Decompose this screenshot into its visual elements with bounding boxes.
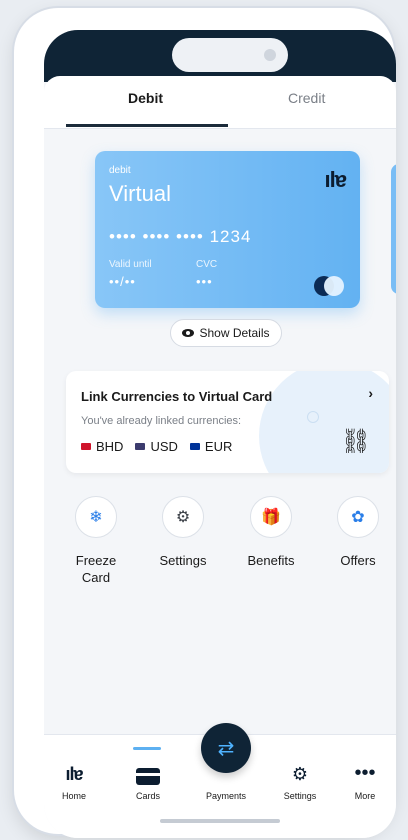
active-tab-indicator: [66, 124, 228, 127]
status-bar: [44, 30, 396, 82]
nav-more-label: More: [354, 791, 376, 801]
show-details-button[interactable]: Show Details: [170, 319, 282, 347]
eu-flag-icon: [189, 443, 200, 450]
payments-button[interactable]: ⇄: [201, 723, 251, 773]
currency-usd: USD: [135, 439, 178, 454]
valid-until-value: ••/••: [109, 274, 136, 289]
us-flag-icon: [135, 443, 146, 450]
app-screen: Debit Credit debit Virtual ılɐ •••• ••••…: [44, 30, 396, 838]
nav-home-label: Home: [61, 791, 86, 801]
currency-bhd: BHD: [81, 439, 123, 454]
home-indicator: [160, 819, 280, 823]
eye-icon: [182, 329, 195, 337]
card-title: Virtual: [109, 181, 171, 206]
ila-logo-icon: ılɐ: [324, 167, 347, 192]
credit-card-icon: [118, 761, 178, 785]
currency-eur: EUR: [189, 439, 233, 454]
gear-icon: ⚙: [175, 509, 191, 526]
currency-code: USD: [150, 439, 178, 454]
card-number: •••• •••• •••• 1234: [109, 227, 252, 246]
benefits-label: Benefits: [247, 553, 295, 568]
valid-until-label: Valid until: [109, 259, 152, 270]
currency-code: BHD: [96, 439, 124, 454]
card-network-icon: [314, 276, 344, 296]
virtual-debit-card[interactable]: debit Virtual ılɐ •••• •••• •••• 1234 Va…: [95, 151, 360, 308]
bahrain-flag-icon: [81, 443, 91, 450]
ila-logo-icon: ılɐ: [65, 764, 83, 784]
action-circle: ✿: [337, 496, 379, 538]
offers-button[interactable]: ✿ Offers: [322, 496, 394, 569]
cvc-value: •••: [196, 274, 213, 289]
gift-icon: 🎁: [261, 509, 281, 526]
active-nav-indicator: [133, 747, 161, 750]
action-circle: 🎁: [250, 496, 292, 538]
transfer-arrows-icon: ⇄: [217, 737, 235, 760]
camera-icon: [264, 49, 276, 61]
action-circle: ❄: [75, 496, 117, 538]
chevron-right-icon[interactable]: ›: [368, 385, 373, 401]
phone-frame: Debit Credit debit Virtual ılɐ •••• ••••…: [14, 8, 396, 838]
freeze-card-label: Freeze Card: [75, 553, 117, 585]
dynamic-island: [172, 38, 288, 72]
decorative-ring: [307, 411, 319, 423]
nav-cards-label: Cards: [135, 791, 160, 801]
link-chain-icon: ⛓: [340, 428, 371, 455]
next-card-peek[interactable]: [391, 164, 396, 294]
nav-settings-label: Settings: [283, 791, 317, 801]
nav-payments-label: Payments: [205, 791, 247, 801]
snowflake-icon: ❄: [89, 509, 103, 526]
tab-credit[interactable]: Credit: [288, 90, 325, 106]
benefits-button[interactable]: 🎁 Benefits: [235, 496, 307, 569]
currency-code: EUR: [204, 439, 233, 454]
linked-currencies-list: BHD USD EUR: [81, 439, 232, 454]
card-type-label: debit: [109, 165, 131, 176]
nav-more[interactable]: ••• More: [335, 761, 395, 801]
bottom-navigation: ılɐ Home Cards Payments ⇄ ⚙ Settings •••…: [44, 723, 396, 838]
nav-settings[interactable]: ⚙ Settings: [270, 761, 330, 801]
freeze-card-button[interactable]: ❄ Freeze Card: [60, 496, 132, 586]
link-currencies-subtitle: You've already linked currencies:: [81, 415, 242, 427]
action-circle: ⚙: [162, 496, 204, 538]
nav-cards[interactable]: Cards: [118, 761, 178, 801]
more-dots-icon: •••: [354, 762, 376, 784]
settings-action-label: Settings: [159, 553, 207, 568]
show-details-label: Show Details: [199, 326, 270, 340]
gear-icon: ⚙: [291, 764, 309, 784]
tab-debit[interactable]: Debit: [128, 90, 163, 106]
nav-home[interactable]: ılɐ Home: [44, 761, 104, 801]
offers-label: Offers: [340, 553, 376, 568]
link-currencies-title: Link Currencies to Virtual Card: [81, 389, 273, 404]
link-currencies-card[interactable]: Link Currencies to Virtual Card › You've…: [66, 371, 389, 473]
card-tabs: Debit Credit: [44, 76, 396, 129]
discount-badge-icon: ✿: [351, 509, 365, 526]
settings-action-button[interactable]: ⚙ Settings: [147, 496, 219, 569]
cvc-label: CVC: [196, 259, 218, 270]
